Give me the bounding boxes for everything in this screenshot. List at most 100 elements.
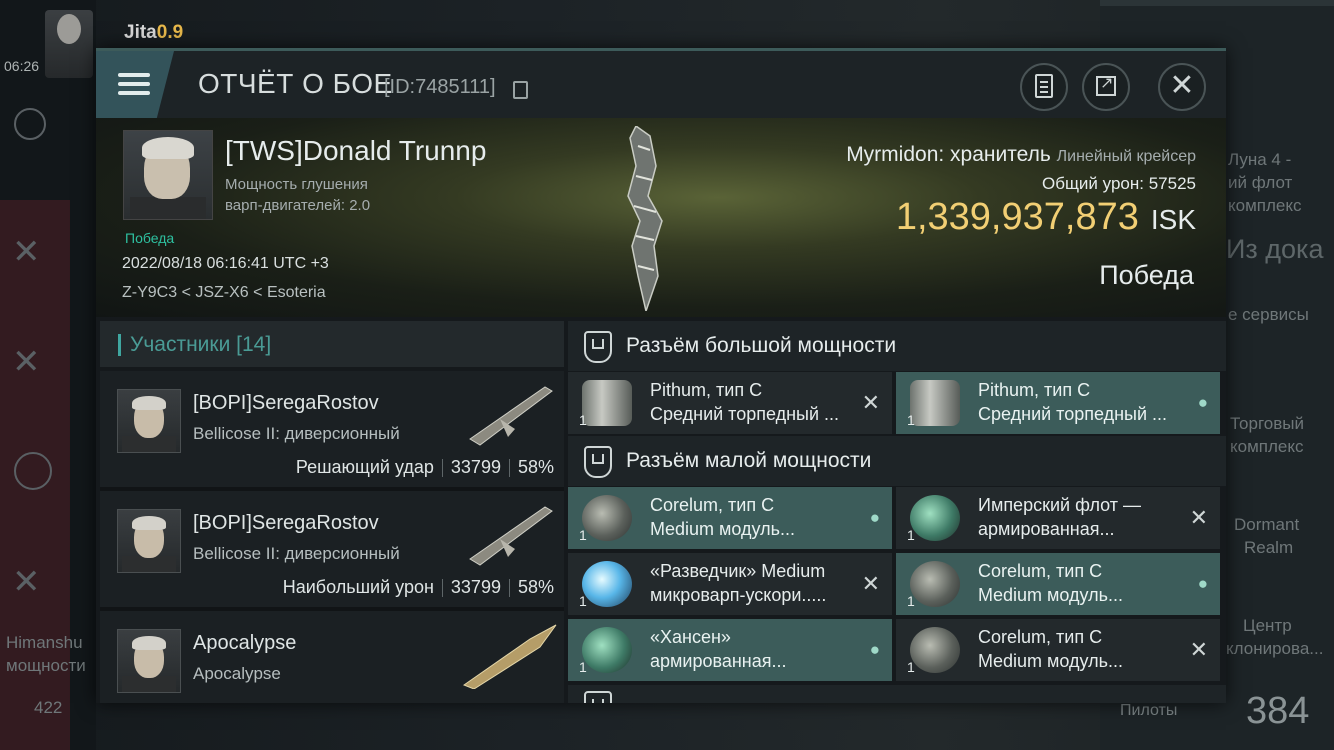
right-hud-edge	[1100, 0, 1334, 6]
module-qty: 1	[579, 412, 587, 428]
isk-value: 1,339,937,873 ISK	[896, 196, 1196, 239]
target-icon[interactable]	[14, 452, 52, 490]
participant-percent: 58%	[517, 457, 554, 477]
module-name: Corelum, тип C	[978, 627, 1103, 647]
total-damage-label: Общий урон:	[1041, 174, 1144, 193]
participant-portrait	[117, 509, 181, 573]
victim-name[interactable]: [TWS]Donald Trunnp	[225, 135, 486, 167]
battle-route: Z-Y9C3 < JSZ-X6 < Esoteria	[122, 284, 326, 301]
participant-portrait	[117, 389, 181, 453]
participants-title: Участники [14]	[130, 333, 272, 356]
module-slot[interactable]: 1 Pithum, тип C Средний торпедный ... ✕	[568, 372, 892, 434]
market-label[interactable]: Торговый	[1230, 412, 1304, 435]
participant-ship-image	[469, 386, 553, 446]
isk-unit: ISK	[1150, 204, 1196, 235]
clipboard-icon	[1035, 74, 1053, 98]
clipboard-button[interactable]	[1020, 63, 1068, 111]
export-icon	[1096, 73, 1116, 96]
right-hud-label: комплекс	[1228, 196, 1302, 215]
clone-center-label[interactable]: Центр	[1243, 614, 1292, 637]
undock-label[interactable]: Из дока	[1226, 236, 1323, 263]
station-icon[interactable]	[14, 108, 46, 140]
low-slots-title: Разъём малой мощности	[626, 449, 872, 472]
module-slot[interactable]: 1 Corelum, тип C Medium модуль... ●	[568, 487, 892, 549]
module-type: Medium модуль...	[978, 651, 1124, 671]
destroyed-icon: ✕	[1189, 637, 1208, 662]
window-header: ОТЧЁТ О БОЕ [ID:7485111] ✕	[96, 51, 1226, 118]
participant-percent: 58%	[517, 577, 554, 597]
clone-center-label[interactable]: клонирова...	[1226, 637, 1323, 660]
participant-stats: Решающий удар 33799 58%	[296, 457, 554, 478]
person-icon: ●	[869, 508, 880, 527]
fittings-panel: Разъём большой мощности 1 Pithum, тип C …	[568, 321, 1226, 703]
module-slot[interactable]: 1 Имперский флот — армированная... ✕	[896, 487, 1220, 549]
ship-image	[627, 126, 663, 311]
current-system[interactable]: Jita0.9	[124, 22, 183, 44]
shield-icon	[584, 691, 612, 703]
module-type: микроварп-ускори.....	[650, 585, 827, 605]
close-icon[interactable]: ✕	[12, 232, 41, 272]
module-type: Medium модуль...	[978, 585, 1124, 605]
armor-module-icon	[582, 495, 632, 541]
battle-result: Победа	[1099, 260, 1194, 290]
participant-portrait	[117, 629, 181, 693]
system-name: Jita	[124, 22, 157, 43]
module-type: армированная...	[978, 519, 1115, 539]
ship-name: Myrmidon: хранитель	[846, 143, 1051, 166]
close-icon: ✕	[1169, 69, 1195, 102]
module-slot[interactable]: 1 «Разведчик» Medium микроварп-ускори...…	[568, 553, 892, 615]
participant-role: Наибольший урон	[282, 577, 434, 597]
close-button[interactable]: ✕	[1158, 63, 1206, 111]
person-icon: ●	[1197, 393, 1208, 412]
right-hud-label: Луна 4 -	[1228, 150, 1292, 169]
market-label[interactable]: комплекс	[1230, 435, 1303, 458]
module-name: Pithum, тип C	[650, 380, 763, 400]
victim-portrait[interactable]	[123, 130, 213, 220]
pilots-label: Пилоты	[1120, 702, 1178, 719]
participant-damage: 33799	[450, 577, 501, 597]
torpedo-launcher-icon	[910, 380, 960, 426]
bottom-count: 422	[34, 698, 63, 717]
left-hud-label: Himanshu	[6, 633, 83, 652]
close-icon[interactable]: ✕	[12, 562, 41, 602]
module-slot[interactable]: 1 Pithum, тип C Средний торпедный ... ●	[896, 372, 1220, 434]
menu-button[interactable]	[96, 51, 174, 118]
participant-ship: Bellicose II: диверсионный	[193, 424, 400, 443]
person-icon: ●	[869, 640, 880, 659]
destroyed-icon: ✕	[861, 390, 880, 415]
microwarpdrive-icon	[582, 561, 632, 607]
participant-row[interactable]: Apocalypse Apocalypse	[100, 611, 564, 703]
module-name: «Хансен»	[650, 627, 731, 647]
module-type: армированная...	[650, 651, 787, 671]
participant-role: Решающий удар	[295, 457, 434, 477]
participant-row[interactable]: [BOPI]SeregaRostov Bellicose II: диверси…	[100, 491, 564, 611]
participant-row[interactable]: [BOPI]SeregaRostov Bellicose II: диверси…	[100, 371, 564, 491]
victory-tag: Победа	[125, 230, 175, 246]
module-qty: 1	[907, 527, 915, 543]
participant-ship-image	[469, 506, 553, 566]
total-damage: Общий урон: 57525	[1042, 174, 1196, 194]
destroyed-icon: ✕	[1189, 505, 1208, 530]
window-title: ОТЧЁТ О БОЕ	[198, 68, 393, 99]
module-name: Имперский флот —	[978, 495, 1142, 515]
close-icon[interactable]: ✕	[12, 342, 41, 382]
right-hud-label: ий флот	[1228, 173, 1293, 192]
module-slot[interactable]: 1 Corelum, тип C Medium модуль... ✕	[896, 619, 1220, 681]
module-slot[interactable]: 1 «Хансен» армированная... ●	[568, 619, 892, 681]
participant-stats: Наибольший урон 33799 58%	[283, 577, 554, 598]
participant-ship: Apocalypse	[193, 664, 281, 683]
armor-module-icon	[910, 627, 960, 673]
dormant-realm-label[interactable]: Dormant	[1234, 513, 1299, 536]
ship-class: Линейный крейсер	[1056, 148, 1196, 165]
participants-panel: Участники [14] [BOPI]SeregaRostov Bellic…	[100, 321, 564, 703]
copy-icon[interactable]	[513, 81, 528, 99]
dormant-realm-label[interactable]: Realm	[1244, 536, 1293, 559]
high-slots-title: Разъём большой мощности	[626, 334, 897, 357]
armor-plate-icon	[582, 627, 632, 673]
module-slot[interactable]: 1 Corelum, тип C Medium модуль... ●	[896, 553, 1220, 615]
system-security: 0.9	[156, 22, 184, 43]
participants-header: Участники [14]	[100, 321, 564, 367]
total-damage-value: 57525	[1148, 174, 1196, 193]
player-avatar[interactable]	[45, 10, 93, 78]
share-button[interactable]	[1082, 63, 1130, 111]
